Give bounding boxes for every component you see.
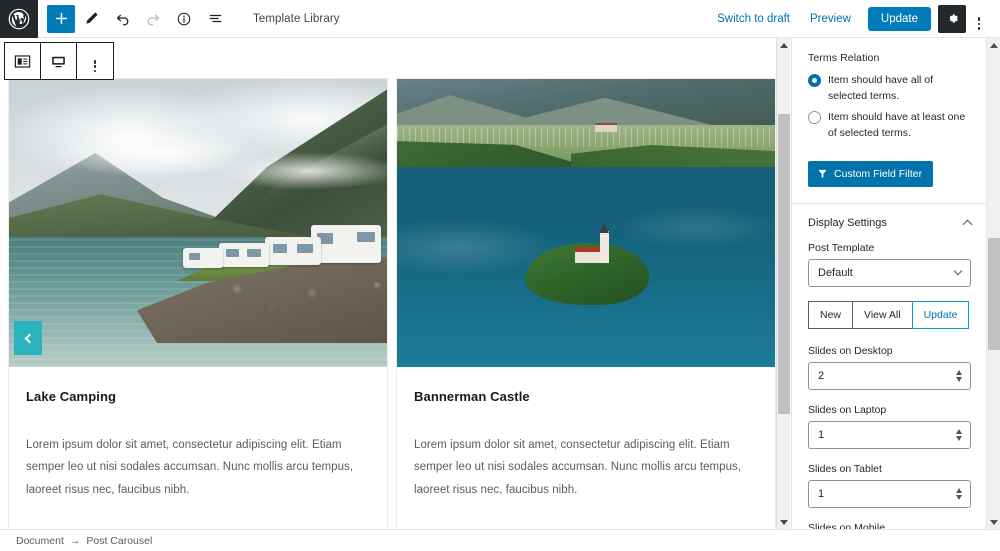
switch-to-draft-button[interactable]: Switch to draft bbox=[707, 9, 800, 29]
editor-scrollbar-thumb[interactable] bbox=[778, 114, 790, 414]
block-toolbar bbox=[4, 42, 114, 80]
slide-excerpt[interactable]: Lorem ipsum dolor sit amet, consectetur … bbox=[414, 434, 758, 501]
block-more-options-kebab-icon[interactable] bbox=[77, 43, 113, 79]
terms-relation-option-label: Item should have at least one of selecte… bbox=[828, 110, 966, 139]
sidebar-scroll-down-arrow-icon[interactable] bbox=[987, 515, 1000, 529]
more-options-kebab-icon[interactable] bbox=[966, 4, 992, 34]
terms-relation-option-all[interactable]: Item should have all of selected terms. bbox=[808, 73, 971, 105]
editor-top-bar: Template Library Switch to draft Preview… bbox=[0, 0, 1000, 38]
editor-canvas-area: Lake Camping Lorem ipsum dolor sit amet,… bbox=[0, 38, 790, 529]
slide-title[interactable]: Bannerman Castle bbox=[414, 389, 758, 404]
add-block-button[interactable] bbox=[47, 4, 75, 33]
slides-on-laptop-value: 1 bbox=[818, 428, 825, 441]
slide-content: Lake Camping Lorem ipsum dolor sit amet,… bbox=[9, 367, 387, 511]
slide-image-fjord-campers bbox=[9, 79, 387, 367]
post-template-value: Default bbox=[818, 266, 853, 279]
funnel-icon bbox=[818, 170, 827, 179]
info-circle-icon[interactable] bbox=[169, 4, 199, 34]
scroll-down-arrow-icon[interactable] bbox=[777, 515, 791, 529]
radio-unselected-icon[interactable] bbox=[808, 110, 821, 124]
slide-title[interactable]: Lake Camping bbox=[26, 389, 370, 404]
settings-gear-icon[interactable] bbox=[938, 4, 966, 33]
slides-on-tablet-stepper[interactable] bbox=[953, 486, 965, 502]
scroll-up-arrow-icon[interactable] bbox=[777, 38, 791, 52]
slides-on-desktop-input[interactable]: 2 bbox=[808, 361, 971, 390]
breadcrumb-block[interactable]: Post Carousel bbox=[86, 535, 152, 547]
slides-on-tablet-label: Slides on Tablet bbox=[808, 462, 882, 475]
display-settings-body: Post Template Default New View All Updat… bbox=[792, 242, 987, 529]
block-canvas: Lake Camping Lorem ipsum dolor sit amet,… bbox=[0, 38, 776, 529]
slides-on-desktop-label: Slides on Desktop bbox=[808, 344, 893, 357]
terms-relation-option-label: Item should have all of selected terms. bbox=[828, 74, 934, 102]
chevron-left-icon bbox=[24, 333, 35, 343]
breadcrumb-document[interactable]: Document bbox=[16, 535, 64, 547]
update-button[interactable]: Update bbox=[867, 6, 931, 31]
preview-button[interactable]: Preview bbox=[800, 9, 861, 29]
sidebar-scrollbar-thumb[interactable] bbox=[988, 238, 1000, 350]
terms-relation-option-any[interactable]: Item should have at least one of selecte… bbox=[808, 110, 971, 142]
display-settings-title: Display Settings bbox=[808, 216, 887, 229]
post-template-select[interactable]: Default bbox=[808, 258, 971, 287]
template-new-button[interactable]: New bbox=[808, 300, 853, 329]
display-settings-header[interactable]: Display Settings bbox=[792, 204, 987, 242]
slides-on-desktop-stepper[interactable] bbox=[953, 368, 965, 384]
chevron-up-icon[interactable] bbox=[962, 219, 973, 230]
document-title: Template Library bbox=[253, 12, 340, 25]
breadcrumb-status-bar: Document → Post Carousel bbox=[0, 529, 1000, 551]
custom-field-filter-label: Custom Field Filter bbox=[834, 167, 923, 180]
editor-scrollbar[interactable] bbox=[776, 38, 790, 529]
carousel-prev-button[interactable] bbox=[14, 321, 42, 355]
wordpress-logo-icon[interactable] bbox=[0, 0, 38, 38]
template-update-button[interactable]: Update bbox=[911, 300, 970, 329]
slides-on-tablet-input[interactable]: 1 bbox=[808, 479, 971, 508]
list-view-icon[interactable] bbox=[200, 4, 230, 34]
slide-content: Bannerman Castle Lorem ipsum dolor sit a… bbox=[397, 367, 775, 511]
slides-on-laptop-label: Slides on Laptop bbox=[808, 403, 887, 416]
undo-button[interactable] bbox=[107, 4, 137, 34]
post-carousel-block-icon[interactable] bbox=[5, 43, 41, 79]
top-bar-right-tools: Switch to draft Preview Update bbox=[707, 0, 1000, 38]
terms-relation-label: Terms Relation bbox=[808, 52, 880, 64]
post-template-label: Post Template bbox=[808, 241, 875, 254]
redo-button[interactable] bbox=[138, 4, 168, 34]
settings-sidebar: Terms Relation Item should have all of s… bbox=[791, 38, 1000, 529]
template-view-all-button[interactable]: View All bbox=[852, 300, 912, 329]
edit-mode-button[interactable] bbox=[76, 4, 106, 34]
slides-on-tablet-value: 1 bbox=[818, 487, 825, 500]
slides-on-desktop-value: 2 bbox=[818, 369, 825, 382]
post-carousel-block[interactable]: Lake Camping Lorem ipsum dolor sit amet,… bbox=[8, 78, 776, 529]
breadcrumb-arrow-icon: → bbox=[69, 534, 81, 547]
chevron-down-icon bbox=[953, 267, 963, 276]
template-action-button-group: New View All Update bbox=[808, 300, 971, 329]
slides-on-laptop-stepper[interactable] bbox=[953, 427, 965, 443]
custom-field-filter-button[interactable]: Custom Field Filter bbox=[808, 160, 934, 187]
slide-image-lake-island bbox=[397, 79, 775, 367]
slides-on-mobile-label: Slides on Mobile bbox=[808, 521, 886, 529]
carousel-slide[interactable]: Lake Camping Lorem ipsum dolor sit amet,… bbox=[8, 78, 388, 529]
carousel-slide[interactable]: Bannerman Castle Lorem ipsum dolor sit a… bbox=[396, 78, 776, 529]
terms-relation-section: Terms Relation Item should have all of s… bbox=[792, 38, 987, 204]
slide-excerpt[interactable]: Lorem ipsum dolor sit amet, consectetur … bbox=[26, 434, 370, 501]
slides-on-laptop-input[interactable]: 1 bbox=[808, 420, 971, 449]
radio-selected-icon[interactable] bbox=[808, 74, 821, 87]
sidebar-scroll-up-arrow-icon[interactable] bbox=[987, 38, 1000, 52]
desktop-monitor-icon[interactable] bbox=[41, 43, 77, 79]
sidebar-scrollbar[interactable] bbox=[986, 38, 1000, 529]
top-bar-left-tools: Template Library bbox=[38, 0, 340, 38]
